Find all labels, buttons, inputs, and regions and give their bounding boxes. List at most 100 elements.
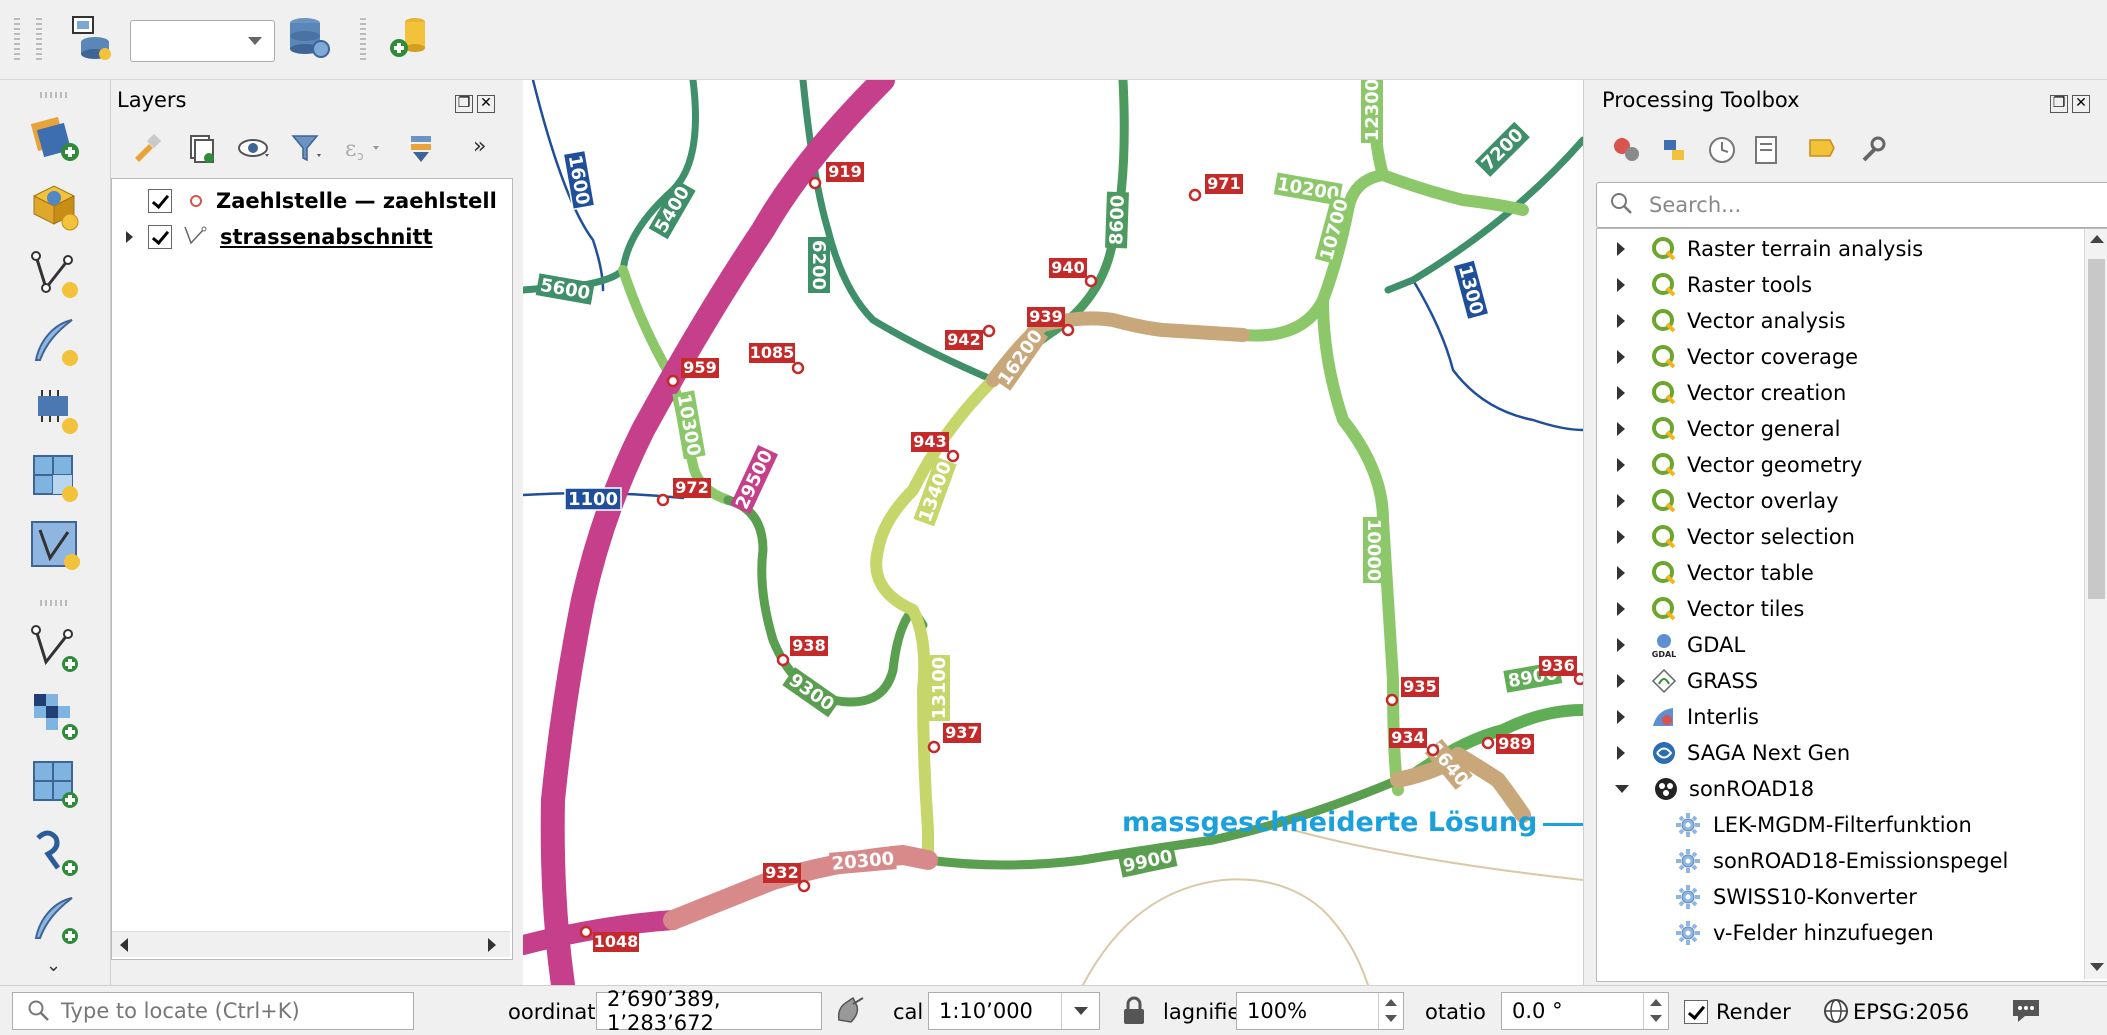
more-chevron-icon[interactable]: » <box>473 134 486 159</box>
coordinate-field[interactable]: 2’690’389, 1’283’672 <box>596 987 822 1035</box>
expand-group-icon[interactable] <box>1617 530 1625 544</box>
toolbar-grip[interactable] <box>14 18 20 62</box>
algorithm-item[interactable]: SWISS10-Konverter <box>1597 879 1917 915</box>
style-brush-icon[interactable] <box>131 132 163 169</box>
add-spatialite-icon[interactable] <box>28 892 83 947</box>
provider-group[interactable]: Raster tools <box>1597 267 1812 303</box>
expand-group-icon[interactable] <box>1617 674 1625 688</box>
provider-group[interactable]: Vector general <box>1597 411 1840 447</box>
count-station[interactable]: 938 <box>776 636 828 667</box>
rotation-spin-icon[interactable] <box>1643 993 1668 1029</box>
more-tools-chevron-icon[interactable]: ⌄ <box>46 955 61 976</box>
expand-group-icon[interactable] <box>1617 314 1625 328</box>
provider-group[interactable]: Vector tiles <box>1597 591 1804 627</box>
provider-group[interactable]: Vector coverage <box>1597 339 1858 375</box>
expand-group-icon[interactable] <box>1617 458 1625 472</box>
algorithm-item[interactable]: sonROAD18-Emissionspegel <box>1597 843 2008 879</box>
toolbar-grip[interactable] <box>40 600 70 606</box>
locator-search-input[interactable]: Type to locate (Ctrl+K) <box>12 992 414 1030</box>
expand-group-icon[interactable] <box>1617 746 1625 760</box>
float-panel-icon[interactable]: ❐ <box>455 95 473 113</box>
count-station[interactable]: 942 <box>945 324 996 350</box>
expand-group-icon[interactable] <box>1617 386 1625 400</box>
lock-scale-icon[interactable] <box>1121 996 1147 1031</box>
database-connection-icon[interactable] <box>65 12 115 62</box>
edit-features-in-place-icon[interactable] <box>1806 134 1838 171</box>
expand-group-icon[interactable] <box>1617 242 1625 256</box>
add-database-layer-icon[interactable] <box>383 12 433 62</box>
provider-group[interactable]: Raster terrain analysis <box>1597 231 1923 267</box>
magnifier-spin-icon[interactable] <box>1378 993 1403 1029</box>
provider-group[interactable]: Vector overlay <box>1597 483 1839 519</box>
history-clock-icon[interactable] <box>1706 134 1738 171</box>
models-icon[interactable] <box>1610 134 1646 171</box>
toggle-extents-icon[interactable] <box>833 994 867 1033</box>
layer-visibility-checkbox[interactable] <box>148 189 172 213</box>
magnifier-spinbox[interactable]: 100% <box>1236 992 1404 1030</box>
algorithm-item[interactable]: v-Felder hinzufuegen <box>1597 915 1934 951</box>
count-station[interactable]: 937 <box>927 723 981 754</box>
algorithm-item[interactable]: LEK-MGDM-Filterfunktion <box>1597 807 1972 843</box>
horizontal-scrollbar[interactable] <box>112 931 510 957</box>
close-panel-icon[interactable]: ✕ <box>477 95 495 113</box>
add-delimited-text-icon[interactable] <box>28 824 83 879</box>
data-source-manager-icon[interactable] <box>28 110 83 165</box>
toolbar-grip[interactable] <box>40 92 70 98</box>
count-station[interactable]: 1085 <box>749 343 805 375</box>
connection-select[interactable] <box>130 20 275 62</box>
crs-label[interactable]: EPSG:2056 <box>1853 1000 1969 1024</box>
add-raster-layer-icon[interactable] <box>28 688 83 743</box>
vertical-scrollbar[interactable] <box>2084 229 2107 979</box>
provider-group[interactable]: SAGA Next Gen <box>1597 735 1850 771</box>
provider-group[interactable]: Vector selection <box>1597 519 1855 555</box>
digitize-feather-icon[interactable] <box>28 314 83 369</box>
crs-globe-icon[interactable] <box>1822 997 1850 1030</box>
expand-group-icon[interactable] <box>1617 602 1625 616</box>
provider-group[interactable]: Vector creation <box>1597 375 1846 411</box>
scroll-up-icon[interactable] <box>2090 235 2104 243</box>
close-panel-icon[interactable]: ✕ <box>2072 95 2090 113</box>
scroll-left-icon[interactable] <box>120 938 128 952</box>
layer-row[interactable]: strassenabschnitt <box>112 219 510 255</box>
expand-group-icon[interactable] <box>1617 710 1625 724</box>
toolbar-grip[interactable] <box>360 18 366 62</box>
toolbar-grip[interactable] <box>36 18 42 62</box>
results-viewer-icon[interactable] <box>1750 134 1782 171</box>
expand-all-icon[interactable] <box>405 132 437 169</box>
expand-group-icon[interactable] <box>1617 494 1625 508</box>
provider-group[interactable]: Vector geometry <box>1597 447 1862 483</box>
expand-group-icon[interactable] <box>1617 350 1625 364</box>
render-checkbox[interactable] <box>1684 1000 1708 1024</box>
scroll-right-icon[interactable] <box>488 938 496 952</box>
provider-group[interactable]: GDAL GDAL <box>1597 627 1745 663</box>
add-wms-layer-icon[interactable] <box>28 756 83 811</box>
float-panel-icon[interactable]: ❐ <box>2050 95 2068 113</box>
scale-dropdown-icon[interactable] <box>1061 993 1099 1029</box>
expand-layer-icon[interactable] <box>126 231 133 243</box>
new-virtual-vector-icon[interactable] <box>28 518 83 573</box>
provider-group[interactable]: Vector analysis <box>1597 303 1846 339</box>
new-raster-layer-icon[interactable] <box>28 450 83 505</box>
rotation-spinbox[interactable]: 0.0 ° <box>1501 992 1669 1030</box>
add-mesh-layer-icon[interactable] <box>28 382 83 437</box>
expand-group-icon[interactable] <box>1617 566 1625 580</box>
count-station[interactable]: 972 <box>656 478 711 507</box>
add-virtual-layer-icon[interactable] <box>28 178 83 233</box>
add-vector-layer-icon[interactable] <box>28 620 83 675</box>
new-vector-layer-icon[interactable] <box>28 246 83 301</box>
provider-group[interactable]: Vector table <box>1597 555 1814 591</box>
expand-group-icon[interactable] <box>1617 422 1625 436</box>
map-canvas[interactable]: 1600 5400 6200 8600 12300 7200 5600 1020… <box>523 80 1583 985</box>
scroll-down-icon[interactable] <box>2090 963 2104 971</box>
count-station[interactable]: 940 <box>1049 258 1098 288</box>
collapse-group-icon[interactable] <box>1615 785 1629 793</box>
count-station[interactable]: 971 <box>1188 174 1243 202</box>
provider-group[interactable]: Interlis <box>1597 699 1759 735</box>
expand-group-icon[interactable] <box>1617 638 1625 652</box>
layer-row[interactable]: Zaehlstelle — zaehlstell <box>112 183 510 219</box>
processing-search-field[interactable]: Search... <box>1596 182 2107 228</box>
scrollbar-thumb[interactable] <box>2088 259 2105 599</box>
visibility-eye-icon[interactable] <box>237 132 273 169</box>
provider-group[interactable]: GRASS <box>1597 663 1758 699</box>
python-scripts-icon[interactable] <box>1658 134 1694 171</box>
